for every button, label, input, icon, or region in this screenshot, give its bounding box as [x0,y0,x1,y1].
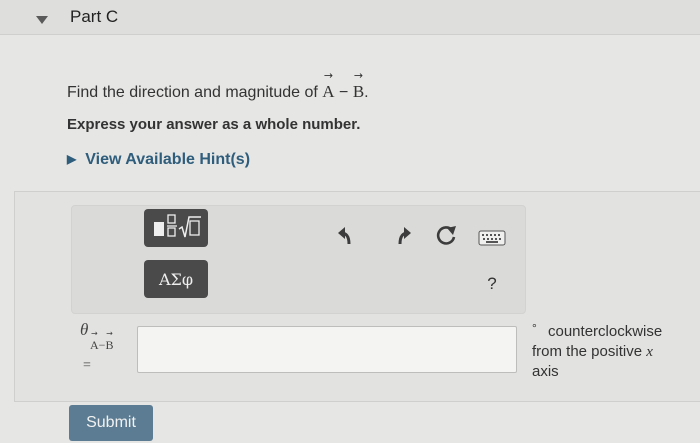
reset-icon[interactable] [432,222,460,250]
part-header[interactable]: Part C [0,0,700,35]
subscript-vector-a: A [90,338,99,353]
help-icon[interactable]: ? [478,274,506,298]
expand-triangle-icon: ▶ [67,152,77,166]
unit-line-2: from the positive x [532,343,653,360]
vector-b: B [353,82,364,102]
answer-instruction: Express your answer as a whole number. [67,116,361,133]
unit-line-1: counterclockwise [548,323,663,340]
unit-label: ° counterclockwise from the positive x a… [532,321,692,382]
question-text: Find the direction and magnitude of A − … [67,82,369,102]
keyboard-icon[interactable] [478,224,506,252]
minus-operator: − [339,84,349,101]
unit-line-3: axis [532,363,559,380]
templates-button[interactable] [144,209,208,247]
unit-line-2-text: from the positive [532,343,647,360]
theta-symbol: θ [80,320,89,339]
subscript-minus: − [98,338,106,352]
equals-sign: = [83,358,91,373]
answer-label: θ A−B = [80,320,128,380]
view-hints-label: View Available Hint(s) [85,151,251,168]
theta-subscript: A−B [90,338,113,353]
symbols-button[interactable]: ΑΣφ [144,260,208,298]
fraction-radical-icon [148,212,204,245]
degree-symbol: ° [532,321,537,335]
view-hints-link[interactable]: ▶ View Available Hint(s) [67,151,250,169]
redo-icon[interactable] [386,222,414,250]
answer-input[interactable] [137,326,517,373]
collapse-triangle-icon[interactable] [36,11,48,29]
question-text-end: . [364,84,369,101]
undo-icon[interactable] [335,222,363,250]
subscript-vector-b: B [105,338,113,353]
part-title: Part C [70,7,119,26]
vector-a: A [322,82,334,102]
submit-button[interactable]: Submit [69,405,153,441]
x-variable: x [646,344,653,360]
question-text-start: Find the direction and magnitude of [67,84,323,101]
